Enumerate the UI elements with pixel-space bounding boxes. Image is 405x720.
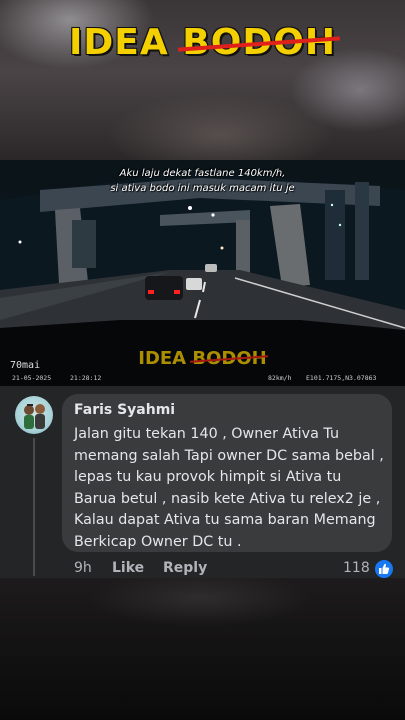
dashcam-date: 21-05-2025 bbox=[12, 374, 52, 382]
reply-button[interactable]: Reply bbox=[163, 560, 207, 576]
avatar[interactable] bbox=[15, 396, 53, 434]
comment-author[interactable]: Faris Syahmi bbox=[74, 402, 175, 418]
comment-time[interactable]: 9h bbox=[74, 560, 92, 576]
blurred-background-bottom bbox=[0, 578, 405, 720]
title-word-2: BODOH bbox=[182, 22, 336, 63]
watermark-word-2: BODOH bbox=[192, 348, 267, 369]
title-word-1: IDEA bbox=[69, 22, 183, 63]
reaction-count[interactable]: 118 bbox=[343, 560, 370, 576]
dashcam-time: 21:28:12 bbox=[70, 374, 102, 382]
dashcam-coordinates: E101.7175,N3.07863 bbox=[306, 374, 377, 382]
dashcam-brand: 70mai bbox=[10, 360, 41, 371]
video-watermark: IDEA BODOH bbox=[0, 348, 405, 369]
page-title: IDEA BODOH bbox=[0, 22, 405, 63]
dashcam-speed: 82km/h bbox=[268, 374, 292, 382]
thumbs-up-glyph bbox=[379, 563, 390, 574]
video-subtitle-line-2: si ativa bodo ini masuk macam itu je bbox=[110, 183, 295, 194]
video-subtitle-line-1: Aku laju dekat fastlane 140km/h, bbox=[119, 168, 286, 179]
thumbs-up-icon[interactable] bbox=[374, 559, 394, 579]
avatar-illustration-icon bbox=[24, 404, 45, 429]
like-button[interactable]: Like bbox=[112, 560, 144, 576]
comment-text: Jalan gitu tekan 140 , Owner Ativa Tu me… bbox=[74, 426, 384, 550]
thread-line bbox=[33, 438, 35, 576]
watermark-word-1: IDEA bbox=[138, 348, 193, 369]
